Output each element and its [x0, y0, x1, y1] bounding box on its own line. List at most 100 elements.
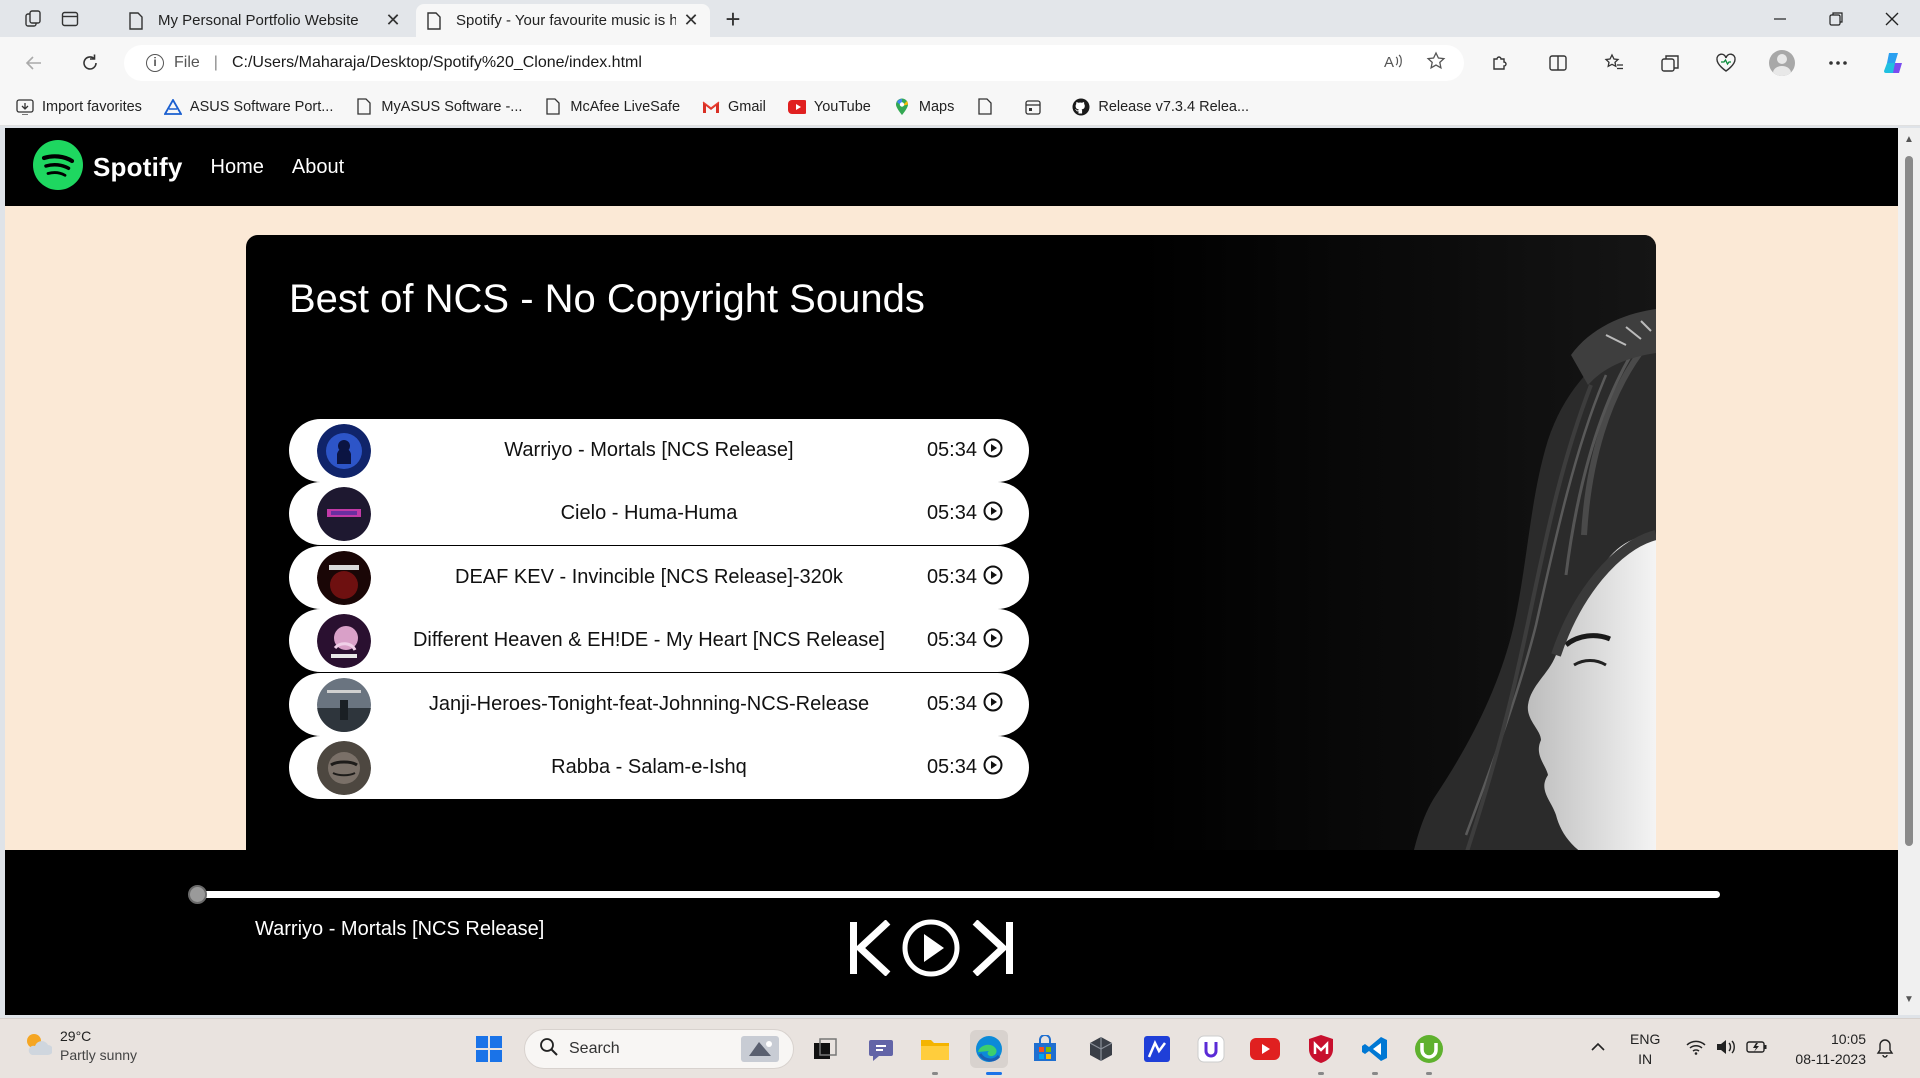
progress-handle[interactable] [188, 885, 207, 904]
scrollbar-thumb[interactable] [1905, 156, 1913, 846]
now-playing-title: Warriyo - Mortals [NCS Release] [255, 918, 545, 940]
nav-home[interactable]: Home [211, 156, 264, 179]
language-indicator[interactable]: ENG IN [1630, 1029, 1660, 1069]
favorite-maps[interactable]: Maps [893, 98, 954, 116]
windows-start-icon[interactable] [470, 1030, 508, 1068]
notification-bell-icon[interactable] [1876, 1038, 1894, 1063]
copilot-icon[interactable] [1880, 49, 1908, 77]
file-explorer-icon[interactable] [916, 1030, 954, 1068]
scroll-down-icon[interactable]: ▼ [1903, 994, 1915, 1006]
scroll-up-icon[interactable]: ▲ [1903, 134, 1915, 146]
restore-icon[interactable] [1808, 0, 1864, 37]
brand[interactable]: Spotify [33, 139, 183, 195]
site-navbar: Spotify Home About [5, 128, 1898, 206]
extensions-icon[interactable] [1486, 49, 1514, 77]
favorites-icon[interactable] [1600, 49, 1628, 77]
windows-taskbar: 29°C Partly sunny Search ENG IN 10:05 08… [0, 1018, 1920, 1078]
running-indicator [1372, 1072, 1378, 1075]
task-view-icon[interactable] [806, 1030, 844, 1068]
song-item[interactable]: Janji-Heroes-Tonight-feat-Johnning-NCS-R… [289, 673, 1029, 736]
calendar-icon [1024, 98, 1042, 116]
favorite-blank-page[interactable] [976, 98, 1002, 116]
nav-about[interactable]: About [292, 156, 344, 179]
play-pause-icon[interactable] [901, 918, 961, 978]
u-app-icon[interactable] [1192, 1030, 1230, 1068]
song-meta: 05:34 [927, 501, 1003, 527]
song-duration: 05:34 [926, 439, 977, 461]
next-track-icon[interactable] [963, 918, 1023, 978]
profile-avatar[interactable] [1768, 49, 1796, 77]
tab-actions-icon[interactable] [55, 5, 85, 33]
page-icon [355, 98, 373, 116]
play-circle-icon[interactable] [983, 501, 1003, 527]
running-indicator [932, 1072, 938, 1075]
taskbar-search[interactable]: Search [524, 1029, 794, 1069]
mcafee-icon[interactable] [1302, 1030, 1340, 1068]
url-scheme: File [174, 54, 200, 71]
workspaces-icon[interactable] [18, 5, 48, 33]
song-name: Rabba - Salam-e-Ishq [551, 756, 747, 778]
song-cover-image [317, 613, 371, 668]
system-clock[interactable]: 10:05 08-11-2023 [1786, 1029, 1866, 1069]
weather-widget[interactable]: 29°C Partly sunny [22, 1027, 137, 1065]
edge-browser-icon[interactable] [970, 1030, 1008, 1068]
vscode-icon[interactable] [1356, 1030, 1394, 1068]
favorite-github-release[interactable]: Release v7.3.4 Relea... [1072, 98, 1249, 116]
url-text[interactable]: C:/Users/Maharaja/Desktop/Spotify%20_Clo… [232, 54, 642, 72]
close-window-icon[interactable] [1864, 0, 1920, 37]
play-circle-icon[interactable] [983, 692, 1003, 718]
play-circle-icon[interactable] [983, 565, 1003, 591]
dev-app-icon[interactable] [1082, 1030, 1120, 1068]
favorites-bar: Import favorites ASUS Software Port... M… [0, 88, 1920, 126]
favorite-calendar[interactable] [1024, 98, 1050, 116]
song-cover-image [317, 550, 371, 605]
song-item[interactable]: Cielo - Huma-Huma 05:34 [289, 482, 1029, 545]
read-aloud-icon[interactable]: A [1384, 52, 1404, 75]
new-tab-icon[interactable]: + [718, 6, 748, 34]
song-item[interactable]: Different Heaven & EH!DE - My Heart [NCS… [289, 609, 1029, 672]
youtube-app-icon[interactable] [1246, 1030, 1284, 1068]
browser-essentials-icon[interactable] [1712, 49, 1740, 77]
play-circle-icon[interactable] [983, 628, 1003, 654]
favorite-gmail[interactable]: Gmail [702, 98, 766, 116]
song-item[interactable]: DEAF KEV - Invincible [NCS Release]-320k… [289, 546, 1029, 609]
search-placeholder: Search [569, 1040, 620, 1057]
minimize-icon[interactable] [1752, 0, 1808, 37]
collections-icon[interactable] [1656, 49, 1684, 77]
favorite-star-icon[interactable] [1426, 51, 1446, 76]
favorite-youtube[interactable]: YouTube [787, 98, 871, 116]
progress-bar[interactable] [196, 891, 1720, 898]
wifi-icon[interactable] [1686, 1039, 1706, 1060]
play-circle-icon[interactable] [983, 438, 1003, 464]
active-indicator [986, 1072, 1002, 1075]
favorite-asus[interactable]: ASUS Software Port... [163, 98, 333, 116]
info-icon[interactable]: i [146, 54, 164, 72]
previous-track-icon[interactable] [840, 918, 900, 978]
close-tab-icon[interactable]: ✕ [682, 10, 700, 31]
more-options-icon[interactable] [1824, 49, 1852, 77]
microsoft-store-icon[interactable] [1026, 1030, 1064, 1068]
favorite-myasus[interactable]: MyASUS Software -... [355, 98, 522, 116]
myasus-icon[interactable] [1138, 1030, 1176, 1068]
tab-portfolio[interactable]: My Personal Portfolio Website ✕ [118, 4, 412, 37]
play-circle-icon[interactable] [983, 755, 1003, 781]
address-bar[interactable]: i File | C:/Users/Maharaja/Desktop/Spoti… [124, 45, 1464, 81]
back-icon[interactable] [18, 47, 50, 79]
battery-icon[interactable] [1746, 1039, 1768, 1060]
tab-spotify[interactable]: Spotify - Your favourite music is here ✕ [416, 4, 710, 37]
favorite-label: Release v7.3.4 Relea... [1098, 98, 1250, 115]
utorrent-icon[interactable] [1410, 1030, 1448, 1068]
song-item[interactable]: Warriyo - Mortals [NCS Release] 05:34 [289, 419, 1029, 482]
split-screen-icon[interactable] [1544, 49, 1572, 77]
teams-chat-icon[interactable] [862, 1030, 900, 1068]
page-icon [544, 98, 562, 116]
song-item[interactable]: Rabba - Salam-e-Ishq 05:34 [289, 736, 1029, 799]
show-hidden-icons[interactable] [1590, 1037, 1606, 1057]
song-meta: 05:34 [927, 438, 1003, 464]
refresh-icon[interactable] [74, 47, 106, 79]
close-tab-icon[interactable]: ✕ [384, 10, 402, 31]
favorite-mcafee[interactable]: McAfee LiveSafe [544, 98, 680, 116]
page-scrollbar[interactable]: ▲ ▼ [1898, 128, 1920, 1015]
volume-icon[interactable] [1716, 1039, 1736, 1060]
favorite-import[interactable]: Import favorites [16, 98, 142, 116]
